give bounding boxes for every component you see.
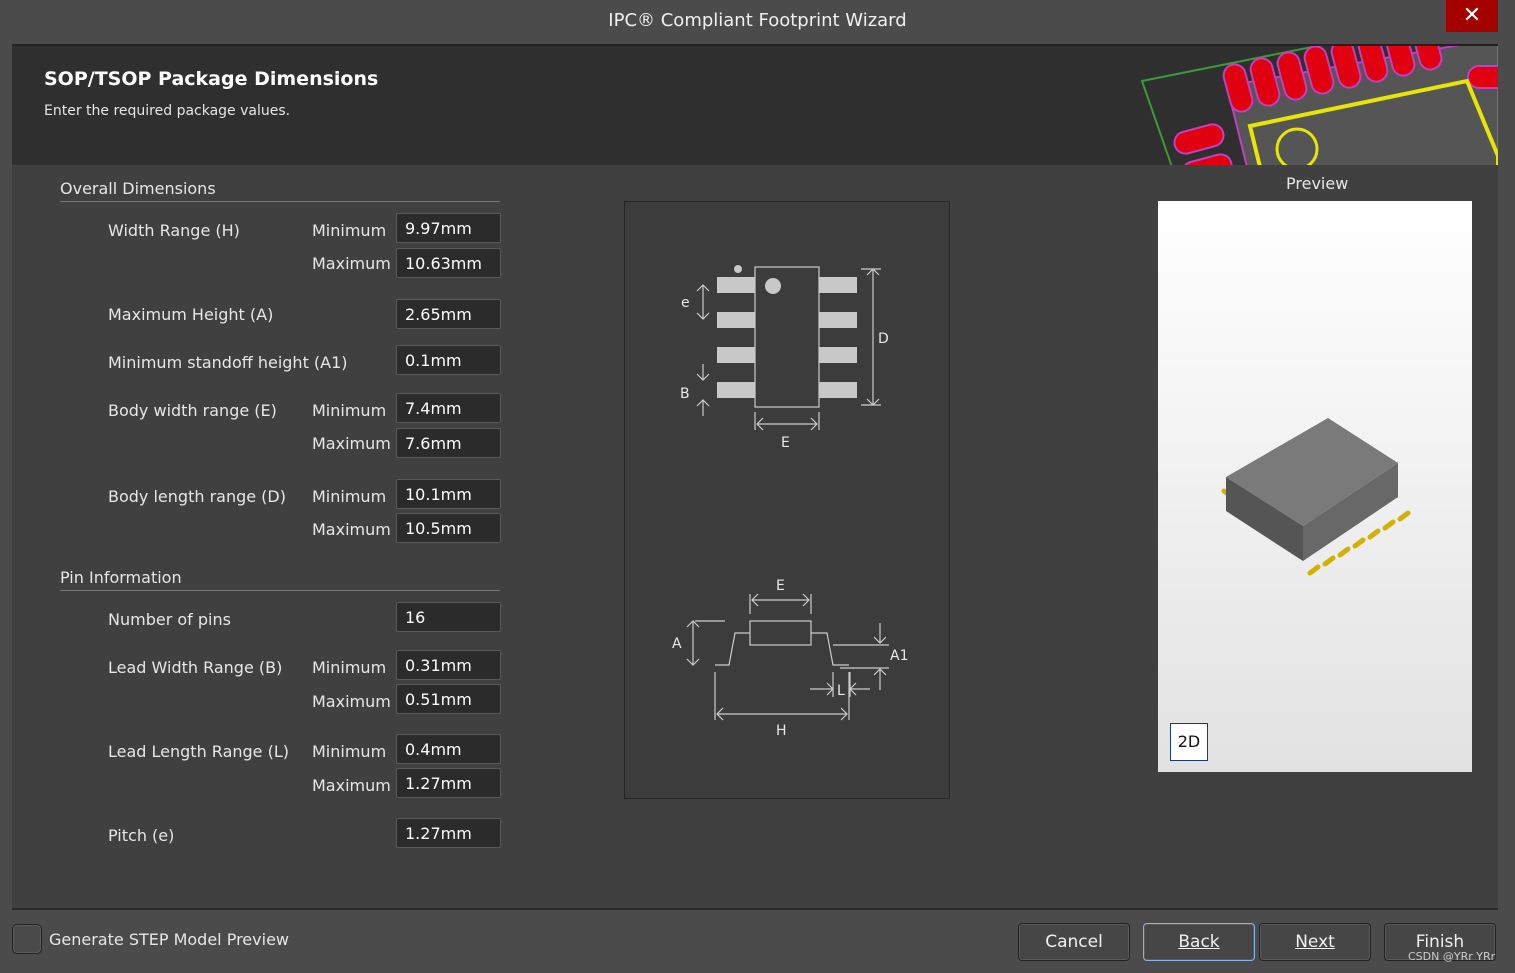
max-label: Maximum <box>312 692 391 711</box>
max-label: Maximum <box>312 434 391 453</box>
max-label: Maximum <box>312 520 391 539</box>
section-pin-information: Pin Information <box>60 568 500 591</box>
close-button[interactable]: ✕ <box>1446 0 1498 32</box>
min-standoff-input[interactable] <box>396 345 501 375</box>
num-pins-input[interactable] <box>396 602 501 632</box>
generate-step-label[interactable]: Generate STEP Model Preview <box>49 930 289 949</box>
diagram-label-a1: A1 <box>890 648 908 664</box>
max-height-input[interactable] <box>396 299 501 329</box>
width-range-label: Width Range (H) <box>108 221 240 240</box>
body-length-min-input[interactable] <box>396 479 501 509</box>
diagram-label-e: e <box>681 295 690 311</box>
page-title: SOP/TSOP Package Dimensions <box>44 68 379 90</box>
pitch-input[interactable] <box>396 818 501 848</box>
section-overall-dimensions: Overall Dimensions <box>60 179 500 202</box>
lead-width-min-input[interactable] <box>396 650 501 680</box>
body-width-min-input[interactable] <box>396 393 501 423</box>
min-label: Minimum <box>312 401 387 420</box>
pitch-label: Pitch (e) <box>108 826 175 845</box>
num-pins-label: Number of pins <box>108 610 231 629</box>
body-length-label: Body length range (D) <box>108 487 286 506</box>
lead-length-min-input[interactable] <box>396 734 501 764</box>
chip-3d-model <box>1221 418 1411 576</box>
pcb-banner-image <box>1140 46 1498 165</box>
max-label: Maximum <box>312 776 391 795</box>
min-label: Minimum <box>312 742 387 761</box>
diagram-label-a: A <box>672 636 682 652</box>
window-title: IPC® Compliant Footprint Wizard <box>608 10 907 31</box>
page-subtitle: Enter the required package values. <box>44 103 291 119</box>
min-label: Minimum <box>312 221 387 240</box>
preview-label: Preview <box>1286 174 1349 193</box>
cancel-button[interactable]: Cancel <box>1018 923 1130 961</box>
min-label: Minimum <box>312 487 387 506</box>
diagram-label-e-top: E <box>781 435 790 451</box>
header-panel: SOP/TSOP Package Dimensions Enter the re… <box>12 44 1498 165</box>
next-button[interactable]: Next <box>1259 923 1371 961</box>
back-button[interactable]: Back <box>1143 923 1255 961</box>
toggle-2d-button[interactable]: 2D <box>1170 723 1208 761</box>
diagram-label-b: B <box>680 386 690 402</box>
lead-width-max-input[interactable] <box>396 684 501 714</box>
generate-step-checkbox[interactable] <box>12 924 42 954</box>
diagram-label-h: H <box>776 723 787 739</box>
max-label: Maximum <box>312 254 391 273</box>
diagram-label-d: D <box>878 331 889 347</box>
body-width-max-input[interactable] <box>396 428 501 458</box>
dimension-diagram: e B D E E A A1 L H <box>624 201 950 799</box>
body-width-label: Body width range (E) <box>108 401 277 420</box>
min-standoff-label: Minimum standoff height (A1) <box>108 353 348 372</box>
width-max-input[interactable] <box>396 248 501 278</box>
lead-length-max-input[interactable] <box>396 768 501 798</box>
lead-width-label: Lead Width Range (B) <box>108 658 283 677</box>
diagram-label-l: L <box>837 683 845 699</box>
3d-preview-viewport[interactable]: 2D <box>1158 201 1472 772</box>
max-height-label: Maximum Height (A) <box>108 305 274 324</box>
width-min-input[interactable] <box>396 213 501 243</box>
content-panel: Overall Dimensions Width Range (H) Minim… <box>12 165 1498 910</box>
diagram-label-e-side: E <box>776 578 785 594</box>
lead-length-label: Lead Length Range (L) <box>108 742 289 761</box>
watermark: CSDN @YRr YRr <box>1408 950 1496 963</box>
min-label: Minimum <box>312 658 387 677</box>
body-length-max-input[interactable] <box>396 513 501 543</box>
